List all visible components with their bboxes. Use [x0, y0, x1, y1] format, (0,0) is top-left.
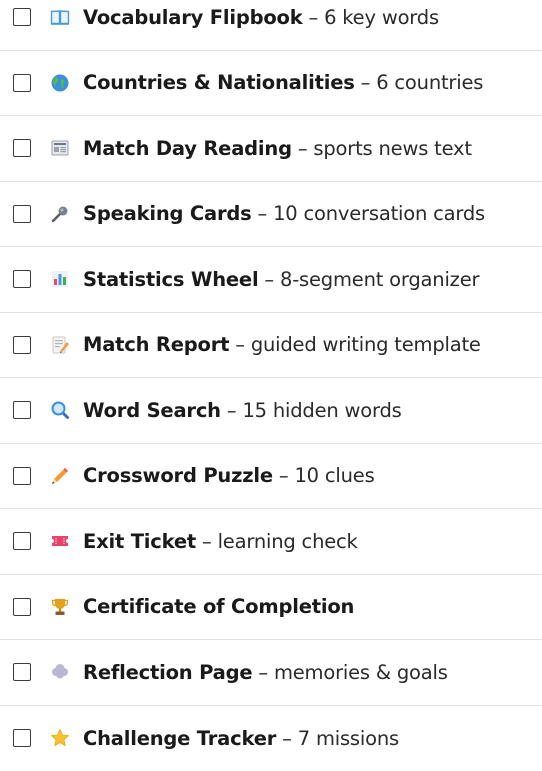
- item-title: Challenge Tracker: [83, 727, 276, 750]
- checkbox[interactable]: [13, 729, 31, 747]
- magnifier-icon: [50, 400, 70, 420]
- checklist-item-reflection-page: Reflection Page – memories & goals: [0, 640, 542, 706]
- checkbox[interactable]: [13, 270, 31, 288]
- checklist-item-match-report: Match Report – guided writing template: [0, 313, 542, 379]
- item-description: learning check: [218, 530, 358, 553]
- checklist-item-countries-nationalities: Countries & Nationalities – 6 countries: [0, 51, 542, 117]
- checklist-item-word-search: Word Search – 15 hidden words: [0, 378, 542, 444]
- item-label: Match Report – guided writing template: [83, 335, 481, 355]
- checkbox[interactable]: [13, 598, 31, 616]
- item-label: Reflection Page – memories & goals: [83, 663, 448, 683]
- checkbox[interactable]: [13, 663, 31, 681]
- item-description: 8-segment organizer: [280, 268, 479, 291]
- bar-chart-icon: [50, 269, 70, 289]
- checkbox[interactable]: [13, 532, 31, 550]
- item-separator: –: [221, 399, 243, 422]
- item-title: Certificate of Completion: [83, 595, 354, 618]
- item-title: Crossword Puzzle: [83, 464, 273, 487]
- item-title: Reflection Page: [83, 661, 252, 684]
- thought-bubble-icon: [50, 662, 70, 682]
- item-title: Exit Ticket: [83, 530, 196, 553]
- memo-icon: [50, 335, 70, 355]
- checkbox[interactable]: [13, 336, 31, 354]
- item-separator: –: [273, 464, 295, 487]
- item-separator: –: [303, 6, 325, 29]
- item-separator: –: [229, 333, 251, 356]
- checkbox[interactable]: [13, 467, 31, 485]
- checklist-item-certificate-of-completion: Certificate of Completion: [0, 575, 542, 641]
- item-description: sports news text: [313, 137, 471, 160]
- checkbox[interactable]: [13, 401, 31, 419]
- item-separator: –: [252, 661, 274, 684]
- item-description: 6 key words: [324, 6, 439, 29]
- item-separator: –: [276, 727, 298, 750]
- item-title: Vocabulary Flipbook: [83, 6, 303, 29]
- globe-icon: [50, 73, 70, 93]
- microphone-icon: [50, 204, 70, 224]
- book-icon: [50, 7, 70, 27]
- checkbox[interactable]: [13, 74, 31, 92]
- item-label: Word Search – 15 hidden words: [83, 401, 402, 421]
- checklist-item-exit-ticket: Exit Ticket – learning check: [0, 509, 542, 575]
- item-label: Crossword Puzzle – 10 clues: [83, 466, 375, 486]
- checklist-item-challenge-tracker: Challenge Tracker – 7 missions: [0, 706, 542, 771]
- item-separator: –: [258, 268, 280, 291]
- star-icon: [50, 728, 70, 748]
- item-description: guided writing template: [251, 333, 481, 356]
- checkbox[interactable]: [13, 139, 31, 157]
- item-title: Countries & Nationalities: [83, 71, 355, 94]
- item-label: Exit Ticket – learning check: [83, 532, 358, 552]
- checklist-item-match-day-reading: Match Day Reading – sports news text: [0, 116, 542, 182]
- item-title: Word Search: [83, 399, 221, 422]
- item-title: Speaking Cards: [83, 202, 252, 225]
- ticket-icon: [50, 531, 70, 551]
- item-description: 6 countries: [376, 71, 483, 94]
- item-separator: –: [252, 202, 274, 225]
- item-label: Speaking Cards – 10 conversation cards: [83, 204, 485, 224]
- resource-checklist: Vocabulary Flipbook – 6 key words Countr…: [0, 0, 542, 771]
- pencil-icon: [50, 466, 70, 486]
- item-separator: –: [292, 137, 314, 160]
- checklist-item-speaking-cards: Speaking Cards – 10 conversation cards: [0, 182, 542, 248]
- checklist-item-statistics-wheel: Statistics Wheel – 8-segment organizer: [0, 247, 542, 313]
- item-title: Match Day Reading: [83, 137, 292, 160]
- item-label: Match Day Reading – sports news text: [83, 139, 472, 159]
- item-label: Statistics Wheel – 8-segment organizer: [83, 270, 479, 290]
- item-label: Challenge Tracker – 7 missions: [83, 729, 399, 749]
- item-separator: –: [355, 71, 377, 94]
- item-title: Match Report: [83, 333, 229, 356]
- item-separator: –: [196, 530, 218, 553]
- newspaper-icon: [50, 138, 70, 158]
- item-description: 7 missions: [298, 727, 399, 750]
- item-description: memories & goals: [274, 661, 448, 684]
- checkbox[interactable]: [13, 8, 31, 26]
- trophy-icon: [50, 597, 70, 617]
- item-description: 10 conversation cards: [273, 202, 485, 225]
- item-label: Certificate of Completion: [83, 597, 354, 617]
- item-label: Vocabulary Flipbook – 6 key words: [83, 8, 439, 28]
- checklist-item-vocabulary-flipbook: Vocabulary Flipbook – 6 key words: [0, 0, 542, 51]
- checklist-item-crossword-puzzle: Crossword Puzzle – 10 clues: [0, 444, 542, 510]
- checkbox[interactable]: [13, 205, 31, 223]
- item-title: Statistics Wheel: [83, 268, 258, 291]
- item-description: 15 hidden words: [242, 399, 401, 422]
- item-description: 10 clues: [294, 464, 374, 487]
- item-label: Countries & Nationalities – 6 countries: [83, 73, 483, 93]
